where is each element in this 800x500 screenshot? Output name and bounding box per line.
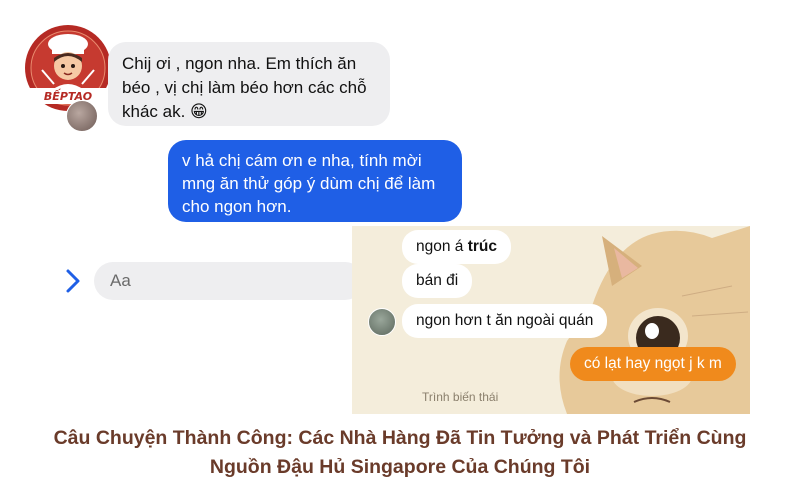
chat-screenshot-panel: ngon á trúc bán đi ngon hơn t ăn ngoài q… — [352, 226, 750, 414]
message-text: ngon á — [416, 238, 468, 255]
caption-line-2: Nguồn Đậu Hủ Singapore Của Chúng Tôi — [209, 456, 591, 478]
sender-avatar — [66, 100, 98, 132]
outgoing-message-bubble: v hả chị cám ơn e nha, tính mời mng ăn t… — [168, 140, 462, 222]
reply-message-bubble: có lạt hay ngọt j k m — [570, 347, 736, 381]
friend-avatar — [368, 308, 396, 336]
message-ngon-a-truc: ngon á trúc — [402, 230, 512, 264]
chef-logo-icon: BẾPTAO — [25, 25, 111, 111]
page-caption: Câu Chuyện Thành Công: Các Nhà Hàng Đã T… — [0, 424, 800, 482]
message-input[interactable]: Aa — [94, 262, 364, 300]
beptao-logo: BẾPTAO — [24, 24, 112, 112]
message-ngon-hon: ngon hơn t ăn ngoài quán — [402, 304, 608, 338]
message-ban-di: bán đi — [402, 264, 473, 298]
incoming-message-bubble: Chij ơi , ngon nha. Em thích ăn béo , vị… — [108, 42, 390, 126]
chevron-right-icon[interactable] — [62, 268, 84, 294]
caption-line-1: Câu Chuyện Thành Công: Các Nhà Hàng Đã T… — [53, 427, 747, 449]
sender-name-label: Trình biến thái — [422, 390, 499, 404]
message-bold-text: trúc — [467, 238, 498, 255]
